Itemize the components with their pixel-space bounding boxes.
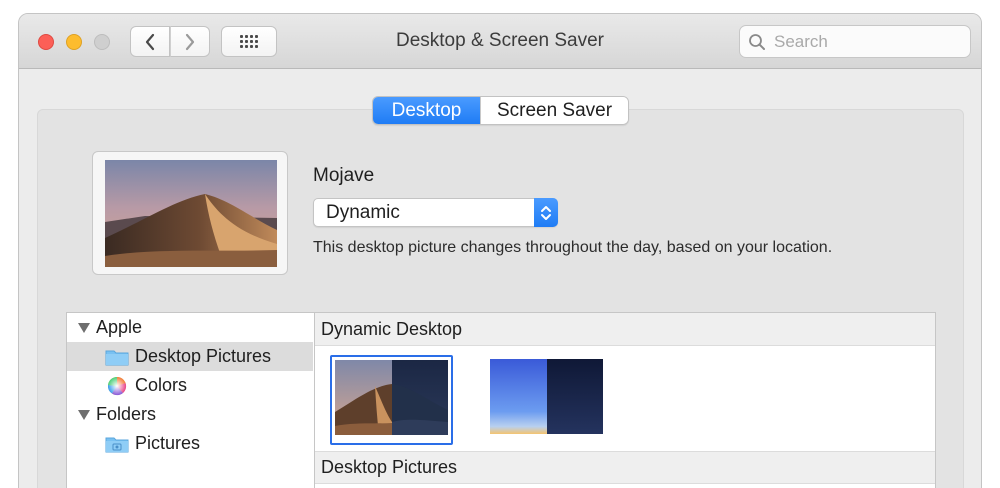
sidebar-item-folders[interactable]: Folders	[67, 400, 313, 429]
close-button[interactable]	[38, 34, 54, 50]
wallpaper-description: This desktop picture changes throughout …	[313, 239, 833, 256]
folder-icon	[105, 350, 129, 365]
tab-desktop[interactable]: Desktop	[373, 97, 480, 124]
search-field[interactable]: Search	[739, 25, 971, 58]
title-bar: Desktop & Screen Saver Search	[19, 14, 981, 69]
sidebar-item-label: Desktop Pictures	[135, 346, 272, 366]
mojave-preview-image	[105, 160, 277, 267]
wallpaper-gallery: Dynamic Desktop Desktop Pictures	[314, 312, 936, 488]
section-header-desktop-pictures: Desktop Pictures	[315, 451, 935, 484]
solar-gradients-thumbnail	[490, 359, 603, 434]
tab-screen-saver[interactable]: Screen Saver	[480, 97, 628, 124]
chevron-right-icon	[185, 33, 195, 50]
pictures-folder-icon	[105, 437, 129, 452]
color-wheel-icon	[107, 376, 127, 395]
section-header-dynamic-desktop: Dynamic Desktop	[315, 313, 935, 346]
appearance-popup-value: Dynamic	[326, 202, 400, 223]
disclosure-triangle-icon[interactable]	[78, 409, 90, 420]
thumbnail-mojave-dynamic[interactable]	[330, 355, 453, 445]
wallpaper-preview	[92, 151, 288, 275]
sidebar-item-label: Pictures	[135, 433, 201, 453]
preferences-window: Desktop & Screen Saver Search Desktop Sc…	[18, 13, 982, 488]
forward-button[interactable]	[170, 26, 210, 57]
sidebar-item-pictures[interactable]: Pictures	[67, 429, 313, 458]
appearance-popup[interactable]: Dynamic	[313, 198, 558, 227]
popup-arrows-icon[interactable]	[534, 198, 558, 227]
minimize-button[interactable]	[66, 34, 82, 50]
wallpaper-name: Mojave	[313, 165, 375, 186]
sidebar-item-apple[interactable]: Apple	[67, 313, 313, 342]
sidebar-item-label: Apple	[96, 317, 143, 337]
sidebar-item-label: Colors	[135, 375, 188, 395]
grid-icon	[240, 35, 258, 48]
chevron-left-icon	[145, 33, 155, 50]
sidebar-item-label: Folders	[96, 404, 157, 424]
window-title: Desktop & Screen Saver	[395, 30, 605, 51]
sidebar-item-colors[interactable]: Colors	[67, 371, 313, 400]
sidebar-item-desktop-pictures[interactable]: Desktop Pictures	[67, 342, 313, 371]
zoom-button[interactable]	[94, 34, 110, 50]
search-placeholder: Search	[774, 31, 828, 51]
show-all-button[interactable]	[221, 26, 277, 57]
disclosure-triangle-icon[interactable]	[78, 322, 90, 333]
tab-bar: Desktop Screen Saver	[372, 96, 629, 125]
search-icon	[749, 33, 765, 50]
thumbnail-solar-gradients[interactable]	[490, 359, 603, 439]
source-list: Apple Desktop Pictures Colors Folders Pi…	[66, 312, 314, 488]
back-button[interactable]	[130, 26, 170, 57]
mojave-dynamic-thumbnail	[335, 360, 448, 435]
